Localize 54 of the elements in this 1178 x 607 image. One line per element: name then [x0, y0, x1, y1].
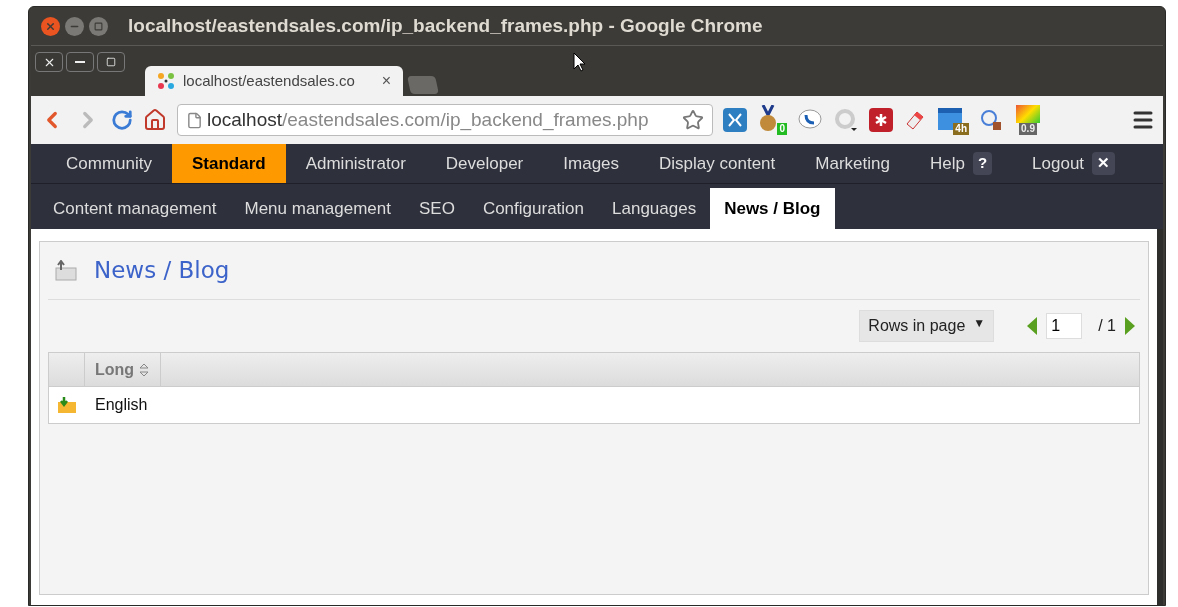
- mouse-cursor-icon: [573, 52, 587, 72]
- phone-bubble-icon[interactable]: [797, 108, 823, 132]
- page-number-field[interactable]: 1: [1046, 313, 1083, 339]
- home-icon[interactable]: [143, 108, 167, 132]
- minimize-icon: [75, 61, 85, 63]
- tab-close-button[interactable]: ×: [381, 69, 391, 93]
- count-badge: 0: [777, 123, 787, 135]
- submenu-tab[interactable]: News / Blog: [710, 188, 835, 229]
- submenu-tab[interactable]: Content management: [39, 188, 231, 229]
- submenu-tab[interactable]: Languages: [598, 188, 711, 229]
- previous-page-icon[interactable]: [1026, 316, 1039, 336]
- logo-icon: [157, 72, 175, 90]
- close-icon[interactable]: [41, 16, 60, 36]
- menu-tab[interactable]: Developer: [425, 144, 544, 183]
- page-total: / 1: [1098, 316, 1116, 336]
- asterisk-icon[interactable]: [869, 108, 893, 132]
- submenu-tab[interactable]: Menu management: [230, 188, 405, 229]
- url-text: localhost/eastendsales.com/ip_backend_frames.php: [207, 107, 649, 133]
- browser-tab[interactable]: localhost/eastendsales.co ×: [145, 66, 403, 96]
- value-badge: 0.9: [1019, 123, 1037, 135]
- folder-download-icon[interactable]: [57, 396, 77, 414]
- column-header[interactable]: Long: [85, 353, 162, 386]
- tab-title: localhost/eastendsales.co: [183, 70, 355, 91]
- menu-tab[interactable]: Standard: [171, 144, 286, 183]
- maximize-button[interactable]: [97, 52, 125, 72]
- sort-icon[interactable]: [138, 361, 151, 378]
- medal-icon[interactable]: [757, 105, 779, 133]
- menu-tab[interactable]: Community: [46, 144, 172, 183]
- bookmark-star-icon[interactable]: [682, 109, 704, 131]
- minimize-button[interactable]: [66, 52, 94, 72]
- rows-in-page-dropdown[interactable]: Rows in page ▼: [859, 310, 995, 342]
- new-tab-button[interactable]: [407, 76, 439, 94]
- minimize-icon[interactable]: [65, 16, 84, 36]
- table-cell-text: English: [94, 395, 149, 415]
- menu-tab[interactable]: Display content: [639, 144, 796, 183]
- window-title: localhost/eastendsales.com/ip_backend_frames.php - Google Chrome: [128, 13, 763, 38]
- next-page-icon[interactable]: [1124, 316, 1136, 336]
- submenu-tab[interactable]: Configuration: [468, 188, 598, 229]
- menu-tab[interactable]: Logout ✕: [1012, 144, 1136, 183]
- page-title: News / Blog: [94, 256, 230, 286]
- folder-up-icon: [54, 259, 78, 282]
- submenu-tab[interactable]: SEO: [405, 188, 469, 229]
- color-gradient-icon[interactable]: [1016, 105, 1040, 123]
- reload-icon[interactable]: [111, 109, 133, 131]
- menu-tab[interactable]: Administrator: [285, 144, 426, 183]
- menu-tab[interactable]: Images: [543, 144, 640, 183]
- page-icon: [186, 111, 203, 129]
- menu-tab[interactable]: Marketing: [795, 144, 910, 183]
- time-badge: 4h: [953, 123, 969, 135]
- close-button[interactable]: [35, 52, 63, 72]
- address-bar[interactable]: localhost/eastendsales.com/ip_backend_frames.php: [177, 104, 713, 136]
- maximize-icon[interactable]: [89, 16, 108, 36]
- maximize-icon: [106, 57, 116, 67]
- menu-tab[interactable]: Help ?: [909, 144, 1013, 183]
